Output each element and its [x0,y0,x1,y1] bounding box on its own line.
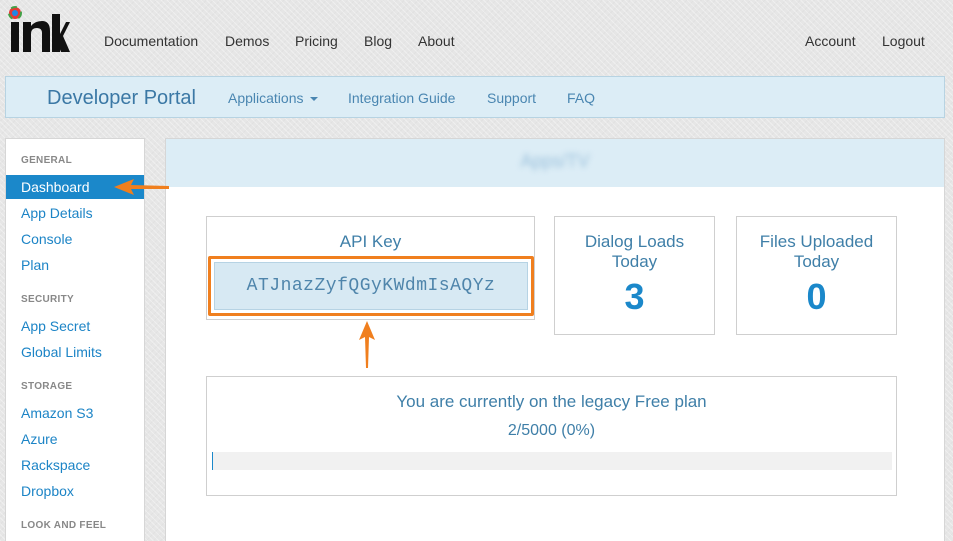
portal-applications-label: Applications [228,90,304,106]
portal-faq-link[interactable]: FAQ [567,90,595,106]
nav-pricing-link[interactable]: Pricing [295,33,338,49]
nav-blog-link[interactable]: Blog [364,33,392,49]
sidebar: GENERAL Dashboard App Details Console Pl… [5,138,145,541]
left-arrow-annotation-icon [114,179,169,195]
nav-account-link[interactable]: Account [805,33,856,49]
dialog-loads-card: Dialog Loads Today 3 [554,216,715,335]
api-key-label: API Key [339,232,402,251]
sidebar-header-general: GENERAL [21,155,72,166]
plan-usage-text: 2/5000 (0%) [507,422,596,439]
nav-about-link[interactable]: About [418,33,455,49]
portal-title[interactable]: Developer Portal [47,87,196,110]
plan-usage-progress-bar [212,452,892,470]
api-key-field[interactable]: ATJnazZyfQGyKWdmIsAQYz [208,256,534,316]
portal-navbar: Developer Portal Applications Integratio… [5,76,945,118]
sidebar-item-azure[interactable]: Azure [6,427,144,451]
sidebar-item-amazon-s3[interactable]: Amazon S3 [6,401,144,425]
api-key-value[interactable]: ATJnazZyfQGyKWdmIsAQYz [214,262,528,310]
nav-documentation-link[interactable]: Documentation [104,33,198,49]
plan-description: You are currently on the legacy Free pla… [396,392,707,411]
files-uploaded-label-today: Today [793,252,840,271]
portal-integration-guide-link[interactable]: Integration Guide [348,90,455,106]
ink-logo[interactable] [4,4,70,56]
sidebar-header-storage: STORAGE [21,381,73,392]
sidebar-item-app-details[interactable]: App Details [6,201,144,225]
portal-applications-dropdown[interactable]: Applications [228,90,318,106]
sidebar-item-global-limits[interactable]: Global Limits [6,340,144,364]
files-uploaded-label: Files Uploaded [759,232,874,251]
up-arrow-annotation-icon [359,321,375,368]
sidebar-item-console[interactable]: Console [6,227,144,251]
top-navbar: Documentation Demos Pricing Blog About A… [0,0,953,76]
sidebar-item-plan[interactable]: Plan [6,253,144,277]
dialog-loads-label-today: Today [611,252,658,271]
plan-card: You are currently on the legacy Free pla… [206,376,897,496]
sidebar-item-rackspace[interactable]: Rackspace [6,453,144,477]
dialog-loads-label: Dialog Loads [584,232,685,251]
dashboard-header: Apps/TV [166,139,944,187]
nav-demos-link[interactable]: Demos [225,33,269,49]
app-name-title: Apps/TV [520,151,590,171]
sidebar-header-security: SECURITY [21,294,74,305]
sidebar-item-dropbox[interactable]: Dropbox [6,479,144,503]
portal-support-link[interactable]: Support [487,90,536,106]
sidebar-item-app-secret[interactable]: App Secret [6,314,144,338]
sidebar-header-look-and-feel: LOOK AND FEEL [21,520,107,531]
files-uploaded-value: 0 [806,276,827,317]
caret-down-icon [309,97,318,102]
dialog-loads-value: 3 [624,276,645,317]
files-uploaded-card: Files Uploaded Today 0 [736,216,897,335]
nav-logout-link[interactable]: Logout [882,33,925,49]
